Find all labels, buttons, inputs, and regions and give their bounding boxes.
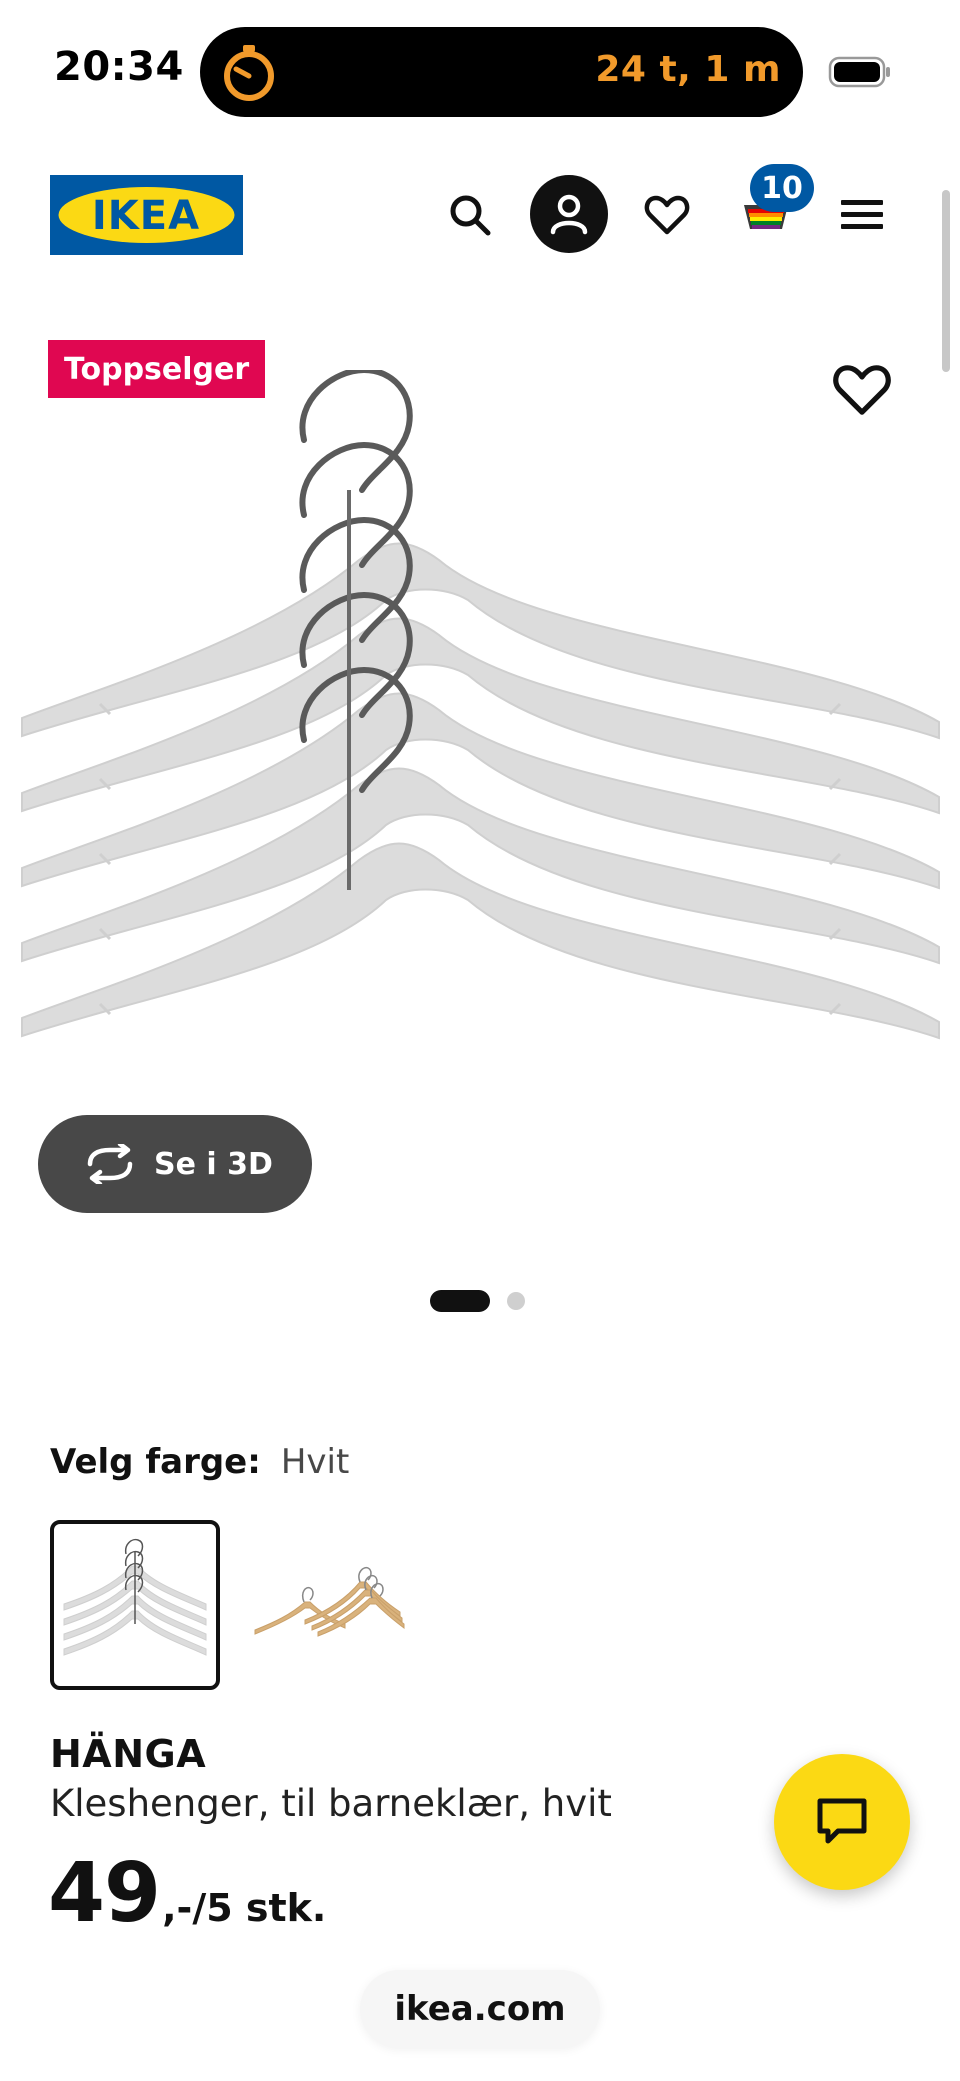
dynamic-island-timer[interactable]: 24 t, 1 m bbox=[200, 27, 803, 117]
timer-text: 24 t, 1 m bbox=[595, 49, 781, 90]
product-gallery[interactable]: Toppselger Se i 3D bbox=[0, 310, 960, 1250]
price-amount: 49 bbox=[48, 1846, 161, 1941]
status-bar: 20:34 24 t, 1 m bbox=[0, 0, 960, 140]
account-button[interactable] bbox=[530, 175, 608, 253]
view-in-3d-button[interactable]: Se i 3D bbox=[38, 1115, 312, 1213]
chat-button[interactable] bbox=[774, 1754, 910, 1890]
heart-icon bbox=[833, 365, 891, 415]
ikea-logo[interactable]: IKEA bbox=[50, 175, 243, 255]
color-swatch-natural-wood[interactable] bbox=[250, 1520, 420, 1690]
site-header: IKEA 10 bbox=[0, 160, 960, 270]
chat-bubble-icon bbox=[817, 1798, 867, 1844]
color-label: Velg farge: bbox=[50, 1442, 261, 1482]
cart-count-badge: 10 bbox=[750, 164, 814, 212]
wood-hanger-thumbnail bbox=[254, 1566, 405, 1637]
white-hanger-thumbnail bbox=[63, 1538, 207, 1656]
battery-icon bbox=[828, 56, 890, 88]
product-description: Kleshenger, til barneklær, hvit bbox=[50, 1782, 612, 1825]
hamburger-menu-icon bbox=[841, 200, 883, 229]
user-icon bbox=[550, 194, 588, 235]
carousel-dot[interactable] bbox=[507, 1292, 525, 1310]
status-time: 20:34 bbox=[54, 44, 184, 90]
view-in-3d-label: Se i 3D bbox=[154, 1146, 273, 1182]
carousel-dot-active[interactable] bbox=[430, 1290, 490, 1312]
search-icon bbox=[450, 195, 491, 236]
top-seller-badge: Toppselger bbox=[48, 340, 266, 398]
wishlist-button[interactable] bbox=[634, 180, 700, 250]
color-swatch-white[interactable] bbox=[50, 1520, 220, 1690]
price-unit: ,-/5 stk. bbox=[162, 1886, 327, 1930]
svg-text:IKEA: IKEA bbox=[92, 193, 200, 239]
color-selection: Velg farge: Hvit bbox=[50, 1442, 349, 1482]
save-to-wishlist-button[interactable] bbox=[832, 362, 892, 418]
search-button[interactable] bbox=[440, 180, 500, 250]
product-price: 49 ,-/5 stk. bbox=[48, 1846, 326, 1941]
carousel-pagination bbox=[430, 1290, 550, 1312]
rotate-3d-icon bbox=[87, 1144, 133, 1184]
product-name: HÄNGA bbox=[50, 1732, 207, 1776]
browser-url-bar[interactable]: ikea.com bbox=[360, 1970, 600, 2048]
menu-button[interactable] bbox=[834, 180, 890, 250]
stopwatch-icon bbox=[224, 45, 274, 101]
heart-icon bbox=[644, 195, 690, 235]
selected-color-value: Hvit bbox=[280, 1442, 350, 1482]
product-image-white-hangers bbox=[20, 370, 941, 1040]
